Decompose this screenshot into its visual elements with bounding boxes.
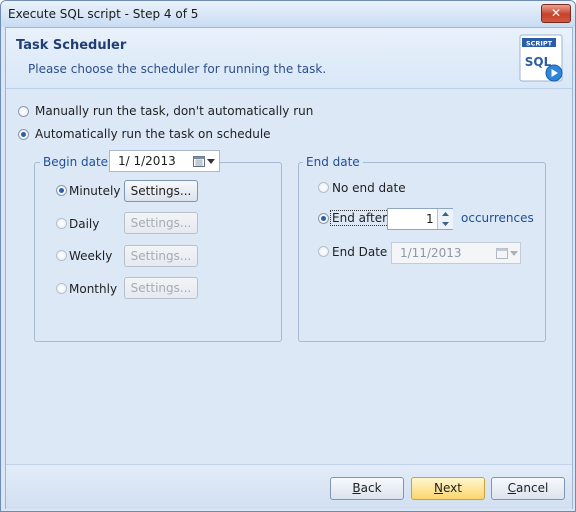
next-label: ext (443, 481, 462, 495)
occurrences-stepper[interactable]: 1 (387, 208, 453, 230)
manual-run-label[interactable]: Manually run the task, don't automatical… (35, 104, 313, 118)
close-button[interactable]: ✕ (541, 4, 571, 23)
no-end-date-radio[interactable] (318, 182, 329, 193)
dialog-window: Execute SQL script - Step 4 of 5 ✕ Task … (0, 0, 576, 512)
spin-down-icon[interactable] (437, 219, 453, 229)
page-title: Task Scheduler (16, 38, 127, 53)
monthly-label[interactable]: Monthly (69, 282, 117, 296)
dialog-body: Task Scheduler Please choose the schedul… (5, 27, 573, 509)
cancel-label: ancel (516, 481, 549, 495)
back-button[interactable]: Back (330, 477, 404, 500)
occurrences-value[interactable]: 1 (426, 212, 434, 226)
end-date-legend: End date (303, 155, 363, 169)
calendar-icon[interactable] (193, 155, 205, 167)
begin-date-legend: Begin date (40, 155, 112, 169)
end-chevron-down-icon[interactable] (510, 251, 518, 256)
minutely-label[interactable]: Minutely (69, 184, 120, 198)
window-title: Execute SQL script - Step 4 of 5 (8, 7, 199, 21)
daily-settings-button[interactable]: Settings... (124, 212, 198, 234)
auto-run-radio[interactable] (18, 129, 29, 140)
next-access-key: N (434, 481, 443, 495)
manual-run-radio[interactable] (18, 106, 29, 117)
back-access-key: B (352, 481, 361, 495)
logo-main-text: SQL (525, 55, 552, 69)
end-calendar-icon[interactable] (496, 247, 508, 259)
next-button[interactable]: Next (411, 477, 485, 500)
page-subtitle: Please choose the scheduler for running … (28, 62, 327, 76)
end-date-radio[interactable] (318, 246, 329, 257)
end-date-value: 1/11/2013 (400, 246, 462, 260)
monthly-settings-button[interactable]: Settings... (124, 277, 198, 299)
chevron-down-icon[interactable] (207, 159, 215, 164)
weekly-settings-button[interactable]: Settings... (124, 245, 198, 267)
sql-script-logo-icon: SCRIPT SQL (516, 33, 566, 85)
end-date-label[interactable]: End Date (332, 245, 387, 259)
back-label: ack (360, 481, 382, 495)
weekly-radio[interactable] (56, 250, 67, 261)
logo-top-text: SCRIPT (526, 40, 553, 48)
close-icon: ✕ (550, 6, 562, 20)
monthly-radio[interactable] (56, 283, 67, 294)
cancel-access-key: C (507, 481, 517, 495)
cancel-button[interactable]: Cancel (491, 477, 565, 500)
minutely-radio[interactable] (56, 185, 67, 196)
title-bar: Execute SQL script - Step 4 of 5 ✕ (1, 1, 575, 27)
wizard-header: Task Scheduler Please choose the schedul… (6, 28, 572, 89)
weekly-label[interactable]: Weekly (69, 249, 112, 263)
begin-date-value: 1/ 1/2013 (118, 154, 176, 168)
end-date-picker[interactable]: 1/11/2013 (391, 242, 521, 264)
end-after-label[interactable]: End after (329, 210, 390, 226)
occurrences-label: occurrences (461, 211, 534, 225)
end-after-radio[interactable] (318, 213, 329, 224)
begin-date-picker[interactable]: 1/ 1/2013 (109, 150, 220, 172)
wizard-footer: Back Next Cancel (6, 464, 572, 509)
minutely-settings-button[interactable]: Settings... (124, 180, 198, 202)
auto-run-label[interactable]: Automatically run the task on schedule (35, 127, 271, 141)
no-end-date-label[interactable]: No end date (332, 181, 406, 195)
daily-label[interactable]: Daily (69, 217, 99, 231)
daily-radio[interactable] (56, 218, 67, 229)
